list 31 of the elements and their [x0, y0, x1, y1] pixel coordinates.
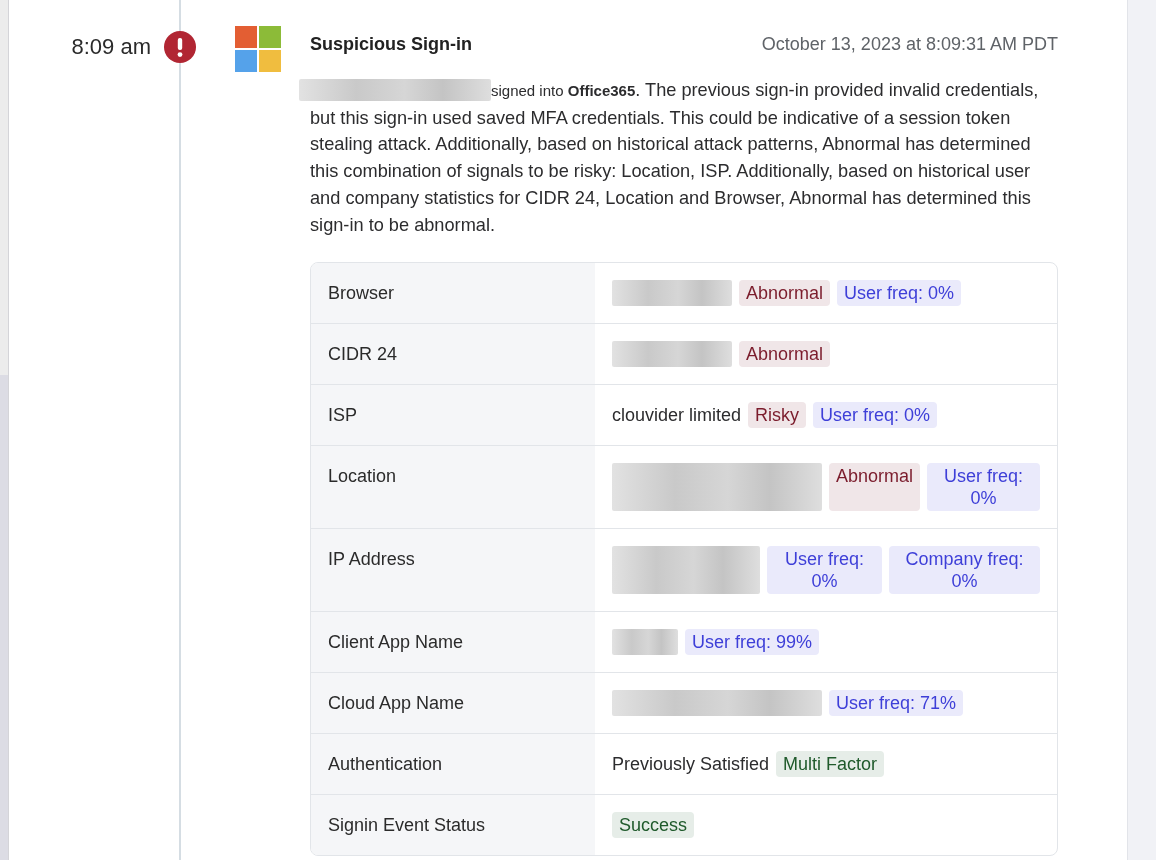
tag: User freq: 71%: [829, 690, 964, 717]
tag: User freq: 0%: [927, 463, 1040, 512]
row-label: Authentication: [311, 734, 595, 795]
tag: Company freq: 0%: [889, 546, 1040, 595]
tag: Abnormal: [829, 463, 921, 512]
event-title: Suspicious Sign-in: [310, 33, 472, 56]
four-squares-icon: [235, 26, 281, 72]
event-time: 8:09 am: [71, 33, 151, 61]
value-text: Previously Satisfied: [612, 753, 770, 777]
row-label: Client App Name: [311, 612, 595, 673]
tag: Risky: [748, 402, 807, 429]
row-label: IP Address: [311, 529, 595, 612]
row-label: Browser: [311, 263, 595, 324]
tag: Abnormal: [739, 341, 831, 368]
alert-icon: [164, 31, 196, 63]
row-label: Signin Event Status: [311, 795, 595, 856]
tag: User freq: 0%: [837, 280, 962, 307]
row-label: Location: [311, 446, 595, 529]
value-text: clouvider limited: [612, 404, 742, 428]
tag: User freq: 0%: [767, 546, 883, 595]
event-description: signed into Office365. The previous sign-in provided invalid credentials, but this sign-in used saved MFA credentials. This could be indicative of a session token stealing attack. Additionally, based on historical attack patterns, Abnormal has determined this combination of signals to be risky: Location, ISP. Additionally, based on historical user and company statistics for CIDR 24, Location and Browser, Abnormal has determined this sign-in to be abnormal.: [310, 79, 1040, 237]
row-label: CIDR 24: [311, 324, 595, 385]
row-label: ISP: [311, 385, 595, 446]
tag: Success: [612, 812, 695, 839]
tag: User freq: 99%: [685, 629, 820, 656]
tag: Abnormal: [739, 280, 831, 307]
redacted-block: [612, 629, 678, 656]
tag: User freq: 0%: [813, 402, 938, 429]
tag: Multi Factor: [776, 751, 885, 778]
event-timestamp: October 13, 2023 at 8:09:31 AM PDT: [761, 33, 1058, 56]
row-label: Cloud App Name: [311, 673, 595, 734]
